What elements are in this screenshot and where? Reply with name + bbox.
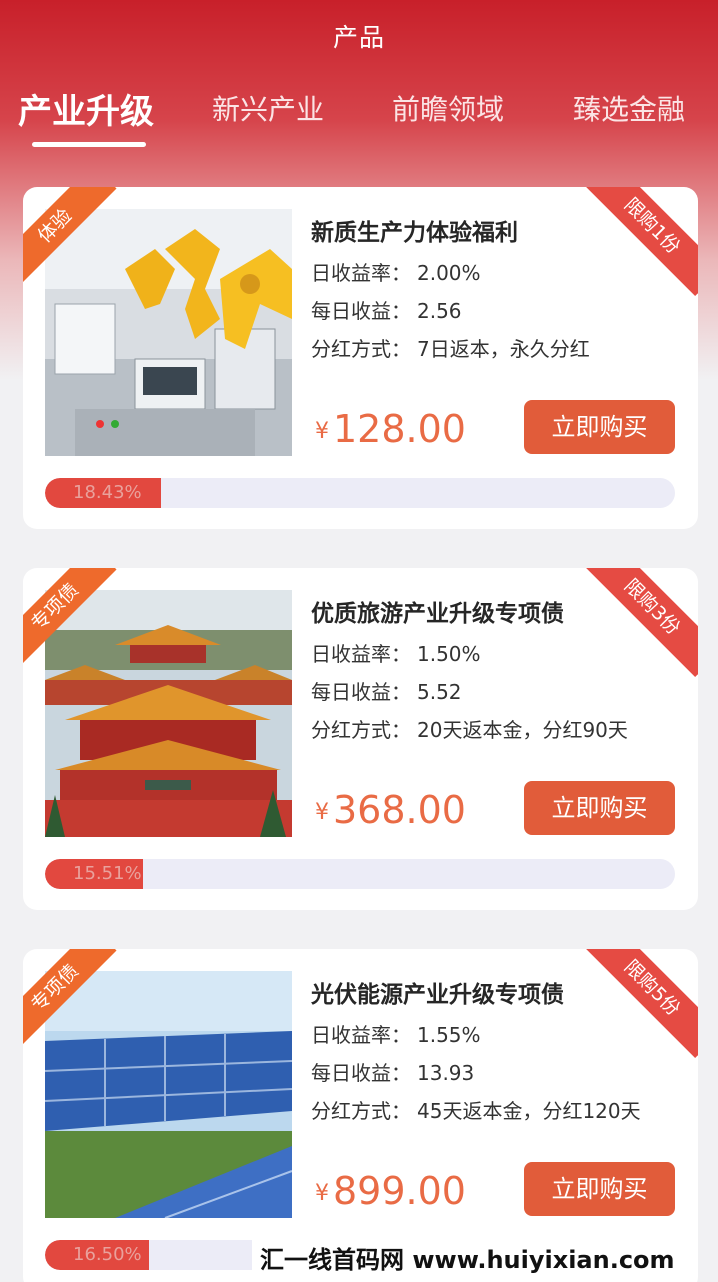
daily-income-row: 每日收益： 5.52	[311, 676, 462, 705]
industrial-robot-image	[45, 209, 292, 456]
dividend-label: 分红方式：	[311, 1099, 411, 1123]
product-name: 优质旅游产业升级专项债	[311, 601, 564, 627]
tab-selected-finance[interactable]: 臻选金融	[573, 88, 685, 128]
dividend-value: 20天返本金，分红90天	[417, 718, 628, 742]
dividend-value: 7日返本，永久分红	[417, 337, 590, 361]
daily-income-label: 每日收益：	[311, 1061, 411, 1085]
product-name: 新质生产力体验福利	[311, 220, 518, 246]
daily-rate-value: 2.00%	[417, 261, 481, 285]
progress-label: 15.51%	[73, 863, 142, 884]
purchase-limit-badge: 限购1份	[581, 187, 698, 297]
tab-industry-upgrade[interactable]: 产业升级	[18, 84, 154, 133]
buy-now-button[interactable]: 立即购买	[524, 781, 675, 835]
active-tab-indicator	[32, 142, 146, 147]
dividend-row: 分红方式： 20天返本金，分红90天	[311, 714, 628, 743]
buy-now-button[interactable]: 立即购买	[524, 1162, 675, 1216]
solar-panel-image	[45, 971, 292, 1218]
daily-income-value: 5.52	[417, 680, 462, 704]
purchase-limit-badge: 限购5份	[581, 949, 698, 1059]
daily-rate-value: 1.55%	[417, 1023, 481, 1047]
product-card[interactable]: 体验 限购1份 新质生产力体验福利 日收益率： 2.00% 每日收益： 2.56 分…	[23, 187, 698, 529]
product-card[interactable]: 专项债 限购5份 光伏能源产业升级专项债 日收益率： 1.55% 每日收益： 13.…	[23, 949, 698, 1282]
site-watermark: 汇一线首码网 www.huiyixian.com	[252, 1240, 683, 1280]
forbidden-city-image	[45, 590, 292, 837]
daily-income-row: 每日收益： 2.56	[311, 295, 462, 324]
page-title: 产品	[332, 23, 385, 52]
price-amount: 128.00	[333, 407, 466, 451]
daily-income-value: 2.56	[417, 299, 462, 323]
daily-rate-row: 日收益率： 1.55%	[311, 1019, 481, 1048]
buy-now-button[interactable]: 立即购买	[524, 400, 675, 454]
dividend-label: 分红方式：	[311, 718, 411, 742]
progress-label: 16.50%	[73, 1244, 142, 1265]
tab-emerging-industry[interactable]: 新兴产业	[212, 88, 324, 128]
progress-label: 18.43%	[73, 482, 142, 503]
price: ¥368.00	[315, 788, 466, 832]
price: ¥128.00	[315, 407, 466, 451]
daily-rate-label: 日收益率：	[311, 1023, 411, 1047]
dividend-label: 分红方式：	[311, 337, 411, 361]
dividend-value: 45天返本金，分红120天	[417, 1099, 641, 1123]
dividend-row: 分红方式： 7日返本，永久分红	[311, 333, 590, 362]
daily-rate-value: 1.50%	[417, 642, 481, 666]
category-tabs: 产业升级 新兴产业 前瞻领域 臻选金融	[0, 88, 718, 158]
daily-rate-label: 日收益率：	[311, 642, 411, 666]
daily-rate-row: 日收益率： 2.00%	[311, 257, 481, 286]
daily-income-label: 每日收益：	[311, 680, 411, 704]
price-amount: 368.00	[333, 788, 466, 832]
price-amount: 899.00	[333, 1169, 466, 1213]
sales-progress-bar: 15.51%	[45, 859, 675, 889]
daily-rate-row: 日收益率： 1.50%	[311, 638, 481, 667]
daily-income-label: 每日收益：	[311, 299, 411, 323]
currency-symbol: ¥	[315, 419, 329, 444]
price: ¥899.00	[315, 1169, 466, 1213]
currency-symbol: ¥	[315, 800, 329, 825]
product-name: 光伏能源产业升级专项债	[311, 982, 564, 1008]
daily-income-value: 13.93	[417, 1061, 475, 1085]
currency-symbol: ¥	[315, 1181, 329, 1206]
sales-progress-bar: 18.43%	[45, 478, 675, 508]
tab-frontier-field[interactable]: 前瞻领域	[392, 88, 504, 128]
dividend-row: 分红方式： 45天返本金，分红120天	[311, 1095, 641, 1124]
daily-income-row: 每日收益： 13.93	[311, 1057, 474, 1086]
product-card[interactable]: 专项债 限购3份 优质旅游产业升级专项债 日收益率： 1.50% 每日收益： 5.5…	[23, 568, 698, 910]
purchase-limit-badge: 限购3份	[581, 568, 698, 678]
daily-rate-label: 日收益率：	[311, 261, 411, 285]
